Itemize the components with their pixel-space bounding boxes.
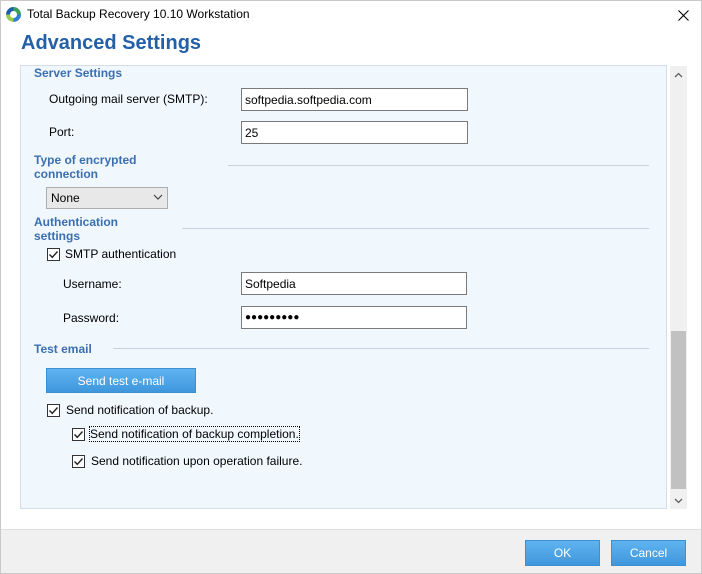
completion-notification-checkbox[interactable] (72, 428, 85, 441)
smtp-auth-checkbox[interactable] (47, 248, 60, 261)
test-email-heading: Test email (34, 342, 92, 356)
ok-button[interactable]: OK (525, 540, 600, 566)
divider (113, 348, 649, 349)
port-label: Port: (49, 125, 75, 139)
username-input[interactable] (241, 272, 467, 295)
completion-notification-label: Send notification of backup completion. (89, 426, 300, 442)
username-label: Username: (63, 277, 122, 291)
encryption-heading: Type of encrypted connection (34, 153, 137, 181)
encryption-select-value: None (51, 191, 80, 205)
smtp-auth-label: SMTP authentication (65, 247, 177, 261)
settings-panel: Server Settings Outgoing mail server (SM… (20, 65, 667, 509)
password-input[interactable]: ●●●●●●●●● (241, 306, 467, 329)
failure-notification-checkbox[interactable] (72, 455, 85, 468)
port-input[interactable] (241, 121, 468, 144)
smtp-server-input[interactable] (241, 88, 468, 111)
chevron-up-icon (674, 72, 683, 77)
checkmark-icon (49, 251, 59, 259)
divider (228, 165, 649, 166)
cancel-button[interactable]: Cancel (611, 540, 686, 566)
close-icon (677, 9, 689, 21)
send-test-email-button[interactable]: Send test e-mail (46, 368, 196, 393)
vertical-scrollbar[interactable] (670, 66, 687, 509)
scrollbar-thumb[interactable] (671, 331, 686, 489)
close-button[interactable] (665, 1, 701, 29)
send-backup-notification-checkbox[interactable] (47, 404, 60, 417)
password-label: Password: (63, 311, 120, 325)
send-backup-notification-label: Send notification of backup. (66, 403, 214, 417)
chevron-down-icon (153, 194, 163, 200)
authentication-heading: Authentication settings (34, 215, 118, 243)
divider (182, 228, 649, 229)
title-bar: Total Backup Recovery 10.10 Workstation (1, 1, 701, 29)
smtp-server-label: Outgoing mail server (SMTP): (49, 92, 208, 106)
checkmark-icon (49, 407, 59, 415)
server-settings-heading: Server Settings (34, 66, 123, 80)
checkmark-icon (74, 458, 84, 466)
checkmark-icon (74, 431, 84, 439)
page-title: Advanced Settings (21, 32, 202, 54)
dialog-footer: OK Cancel (1, 529, 701, 573)
encryption-select[interactable]: None (46, 187, 168, 209)
failure-notification-label: Send notification upon operation failure… (91, 454, 303, 468)
app-logo-icon (6, 7, 21, 22)
scroll-down-button[interactable] (670, 492, 687, 509)
window-title: Total Backup Recovery 10.10 Workstation (27, 7, 250, 21)
chevron-down-icon (674, 498, 683, 503)
scroll-up-button[interactable] (670, 66, 687, 83)
